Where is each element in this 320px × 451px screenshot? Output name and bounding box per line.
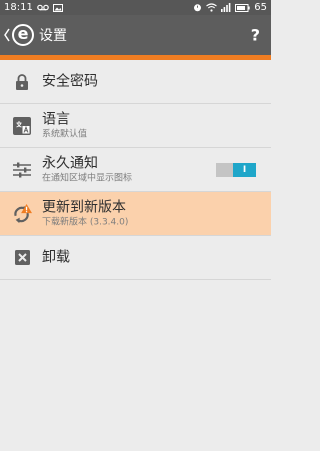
setting-sublabel: 下载新版本 (3.3.4.0): [42, 217, 129, 227]
setting-label: 语言: [42, 111, 70, 127]
battery-icon: [235, 3, 250, 12]
toggle-on-part: I: [233, 162, 256, 177]
setting-label: 卸载: [42, 249, 70, 265]
alarm-icon: [194, 4, 202, 12]
persistent-notification-toggle[interactable]: I: [216, 162, 256, 177]
lock-icon: [12, 72, 32, 92]
battery-level: 65: [254, 2, 267, 13]
status-bar: 18:11 65: [0, 0, 271, 15]
wifi-icon: [206, 3, 218, 12]
image-icon: [52, 3, 63, 12]
setting-language[interactable]: 语言 系统默认值: [0, 104, 271, 148]
app-logo[interactable]: e: [12, 24, 34, 46]
setting-sublabel: 系统默认值: [42, 129, 88, 139]
setting-label: 安全密码: [42, 73, 98, 89]
toggle-off-part: [216, 162, 233, 177]
setting-security-password[interactable]: 安全密码: [0, 60, 271, 104]
setting-label: 永久通知: [42, 155, 98, 171]
back-chevron-icon[interactable]: [3, 27, 11, 43]
page-title: 设置: [39, 28, 67, 44]
app-bar: e 设置 ?: [0, 15, 271, 55]
app-logo-letter: e: [17, 24, 29, 43]
setting-label: 更新到新版本: [42, 199, 126, 215]
settings-list: 安全密码 语言 系统默认值 永久通知 在通知区域中显示图标 I 更新到新版本 下…: [0, 60, 271, 280]
language-icon: [12, 116, 32, 136]
help-button[interactable]: ?: [251, 26, 260, 45]
voicemail-icon: [37, 4, 49, 11]
update-warning-icon: [12, 203, 32, 224]
sliders-icon: [12, 160, 32, 180]
setting-persistent-notification[interactable]: 永久通知 在通知区域中显示图标 I: [0, 148, 271, 192]
uninstall-icon: [12, 248, 32, 268]
status-time: 18:11: [4, 2, 33, 13]
setting-uninstall[interactable]: 卸载: [0, 236, 271, 280]
setting-update-version[interactable]: 更新到新版本 下载新版本 (3.3.4.0): [0, 192, 271, 236]
signal-icon: [221, 3, 231, 12]
setting-sublabel: 在通知区域中显示图标: [42, 173, 133, 183]
